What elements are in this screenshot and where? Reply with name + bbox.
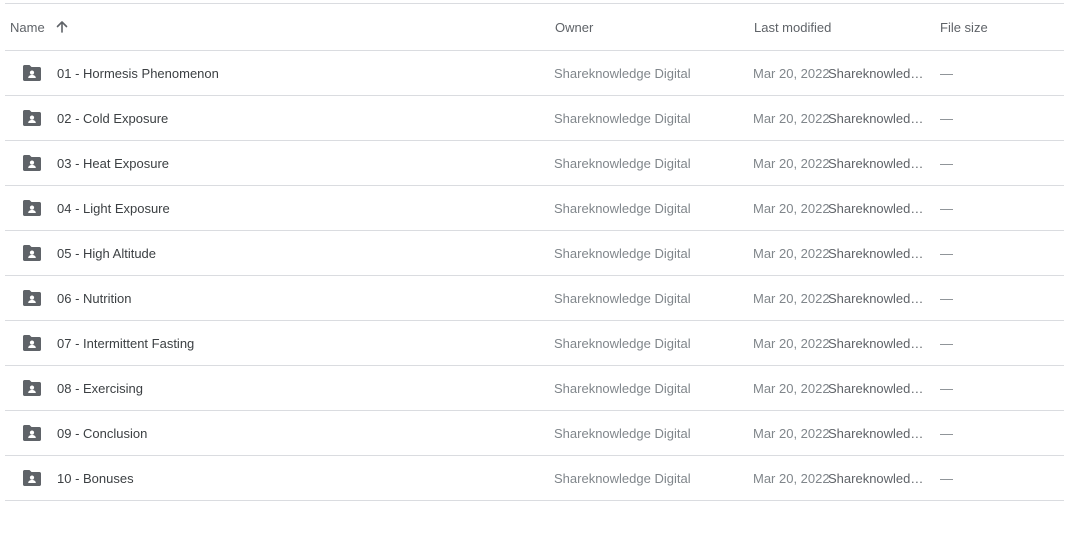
modified-date: Mar 20, 2022	[753, 380, 830, 396]
modified-by: Shareknowledge Digital	[828, 321, 926, 365]
shared-folder-icon	[22, 456, 42, 500]
modified-by-text: Shareknowledge Digital	[828, 335, 926, 351]
owner-column-header: Owner	[555, 19, 594, 35]
modified-date: Mar 20, 2022	[753, 425, 830, 441]
folder-name[interactable]: 03 - Heat Exposure	[57, 141, 169, 185]
folder-name[interactable]: 04 - Light Exposure	[57, 186, 170, 230]
modified-by-text: Shareknowledge Digital	[828, 425, 926, 441]
owner-name: Shareknowledge Digital	[554, 200, 691, 216]
shared-folder-icon	[22, 231, 42, 275]
folder-name[interactable]: 02 - Cold Exposure	[57, 96, 168, 140]
file-size: —	[940, 245, 953, 261]
modified-by: Shareknowledge Digital	[828, 276, 926, 320]
modified-by-text: Shareknowledge Digital	[828, 200, 926, 216]
modified-by: Shareknowledge Digital	[828, 456, 926, 500]
name-column-header[interactable]: Name	[10, 4, 71, 50]
table-row[interactable]: 09 - Conclusion Shareknowledge Digital M…	[5, 411, 1064, 456]
shared-folder-icon	[22, 321, 42, 365]
modified-by-text: Shareknowledge Digital	[828, 470, 926, 486]
modified-by-text: Shareknowledge Digital	[828, 290, 926, 306]
modified-by-text: Shareknowledge Digital	[828, 380, 926, 396]
modified-date: Mar 20, 2022	[753, 200, 830, 216]
modified-date: Mar 20, 2022	[753, 290, 830, 306]
modified-date: Mar 20, 2022	[753, 245, 830, 261]
file-size: —	[940, 65, 953, 81]
file-size: —	[940, 155, 953, 171]
modified-by: Shareknowledge Digital	[828, 51, 926, 95]
shared-folder-icon	[22, 186, 42, 230]
folder-name[interactable]: 10 - Bonuses	[57, 456, 134, 500]
owner-name: Shareknowledge Digital	[554, 155, 691, 171]
file-size: —	[940, 110, 953, 126]
file-size-column-header[interactable]: File size	[940, 4, 988, 50]
file-size: —	[940, 470, 953, 486]
folder-name[interactable]: 05 - High Altitude	[57, 231, 156, 275]
owner-name: Shareknowledge Digital	[554, 425, 691, 441]
shared-folder-icon	[22, 366, 42, 410]
folder-name[interactable]: 01 - Hormesis Phenomenon	[57, 51, 219, 95]
file-size: —	[940, 335, 953, 351]
file-list: Name Owner Last modified File size 01 - …	[5, 3, 1064, 501]
table-row[interactable]: 02 - Cold Exposure Shareknowledge Digita…	[5, 96, 1064, 141]
modified-by-text: Shareknowledge Digital	[828, 65, 926, 81]
modified-by: Shareknowledge Digital	[828, 186, 926, 230]
modified-by: Shareknowledge Digital	[828, 366, 926, 410]
file-size: —	[940, 200, 953, 216]
modified-by-text: Shareknowledge Digital	[828, 245, 926, 261]
column-header-row: Name Owner Last modified File size	[5, 4, 1064, 51]
modified-by-text: Shareknowledge Digital	[828, 155, 926, 171]
table-row[interactable]: 03 - Heat Exposure Shareknowledge Digita…	[5, 141, 1064, 186]
modified-by: Shareknowledge Digital	[828, 141, 926, 185]
folder-name[interactable]: 06 - Nutrition	[57, 276, 131, 320]
owner-name: Shareknowledge Digital	[554, 380, 691, 396]
shared-folder-icon	[22, 51, 42, 95]
name-column-label: Name	[10, 19, 45, 35]
shared-folder-icon	[22, 96, 42, 140]
folder-name[interactable]: 08 - Exercising	[57, 366, 143, 410]
table-row[interactable]: 07 - Intermittent Fasting Shareknowledge…	[5, 321, 1064, 366]
modified-date: Mar 20, 2022	[753, 155, 830, 171]
table-row[interactable]: 06 - Nutrition Shareknowledge Digital Ma…	[5, 276, 1064, 321]
shared-folder-icon	[22, 411, 42, 455]
owner-name: Shareknowledge Digital	[554, 470, 691, 486]
table-row[interactable]: 04 - Light Exposure Shareknowledge Digit…	[5, 186, 1064, 231]
modified-by: Shareknowledge Digital	[828, 96, 926, 140]
file-size: —	[940, 380, 953, 396]
arrow-up-icon[interactable]	[53, 18, 71, 36]
owner-name: Shareknowledge Digital	[554, 335, 691, 351]
table-row[interactable]: 05 - High Altitude Shareknowledge Digita…	[5, 231, 1064, 276]
file-size: —	[940, 425, 953, 441]
owner-name: Shareknowledge Digital	[554, 245, 691, 261]
table-row[interactable]: 01 - Hormesis Phenomenon Shareknowledge …	[5, 51, 1064, 96]
modified-by: Shareknowledge Digital	[828, 231, 926, 275]
folder-name[interactable]: 09 - Conclusion	[57, 411, 147, 455]
file-size: —	[940, 290, 953, 306]
modified-date: Mar 20, 2022	[753, 335, 830, 351]
table-row[interactable]: 08 - Exercising Shareknowledge Digital M…	[5, 366, 1064, 411]
modified-date: Mar 20, 2022	[753, 110, 830, 126]
shared-folder-icon	[22, 141, 42, 185]
owner-name: Shareknowledge Digital	[554, 65, 691, 81]
last-modified-column-header[interactable]: Last modified	[754, 4, 831, 50]
modified-by: Shareknowledge Digital	[828, 411, 926, 455]
modified-date: Mar 20, 2022	[753, 65, 830, 81]
table-row[interactable]: 10 - Bonuses Shareknowledge Digital Mar …	[5, 456, 1064, 501]
folder-name[interactable]: 07 - Intermittent Fasting	[57, 321, 194, 365]
owner-name: Shareknowledge Digital	[554, 110, 691, 126]
shared-folder-icon	[22, 276, 42, 320]
owner-name: Shareknowledge Digital	[554, 290, 691, 306]
modified-date: Mar 20, 2022	[753, 470, 830, 486]
modified-by-text: Shareknowledge Digital	[828, 110, 926, 126]
